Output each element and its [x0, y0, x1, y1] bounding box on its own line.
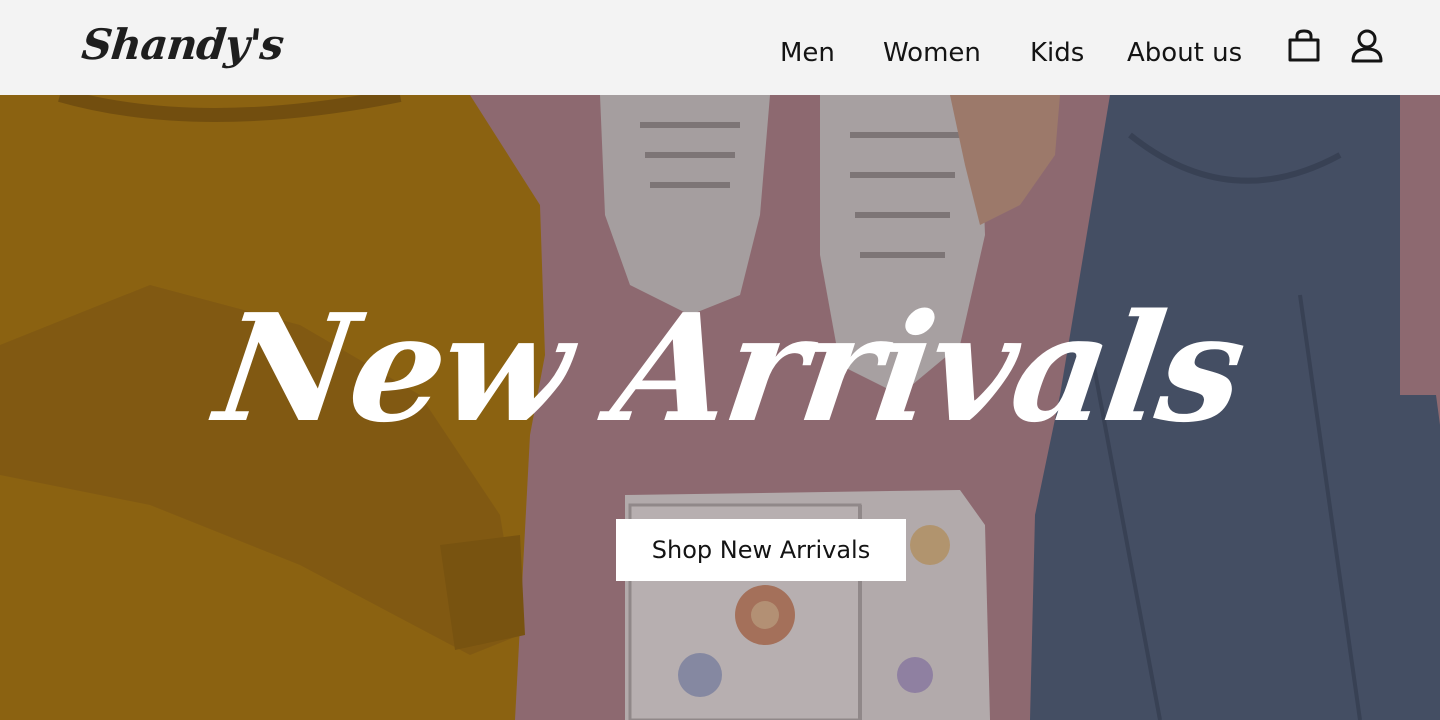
hero-headline: New Arrivals — [207, 281, 1253, 455]
main-nav: Men Women Kids About us — [0, 36, 1440, 70]
shop-new-arrivals-button[interactable]: Shop New Arrivals — [616, 519, 906, 581]
hero-banner: New Arrivals Shop New Arrivals — [0, 95, 1440, 720]
nav-item-men[interactable]: Men — [780, 36, 835, 70]
site-header: Shandy's Men Women Kids About us — [0, 0, 1440, 95]
nav-item-about-us[interactable]: About us — [1127, 36, 1242, 70]
nav-item-kids[interactable]: Kids — [1030, 36, 1084, 70]
user-icon[interactable] — [1349, 28, 1385, 64]
nav-item-women[interactable]: Women — [883, 36, 981, 70]
shopping-bag-icon[interactable] — [1286, 28, 1322, 64]
